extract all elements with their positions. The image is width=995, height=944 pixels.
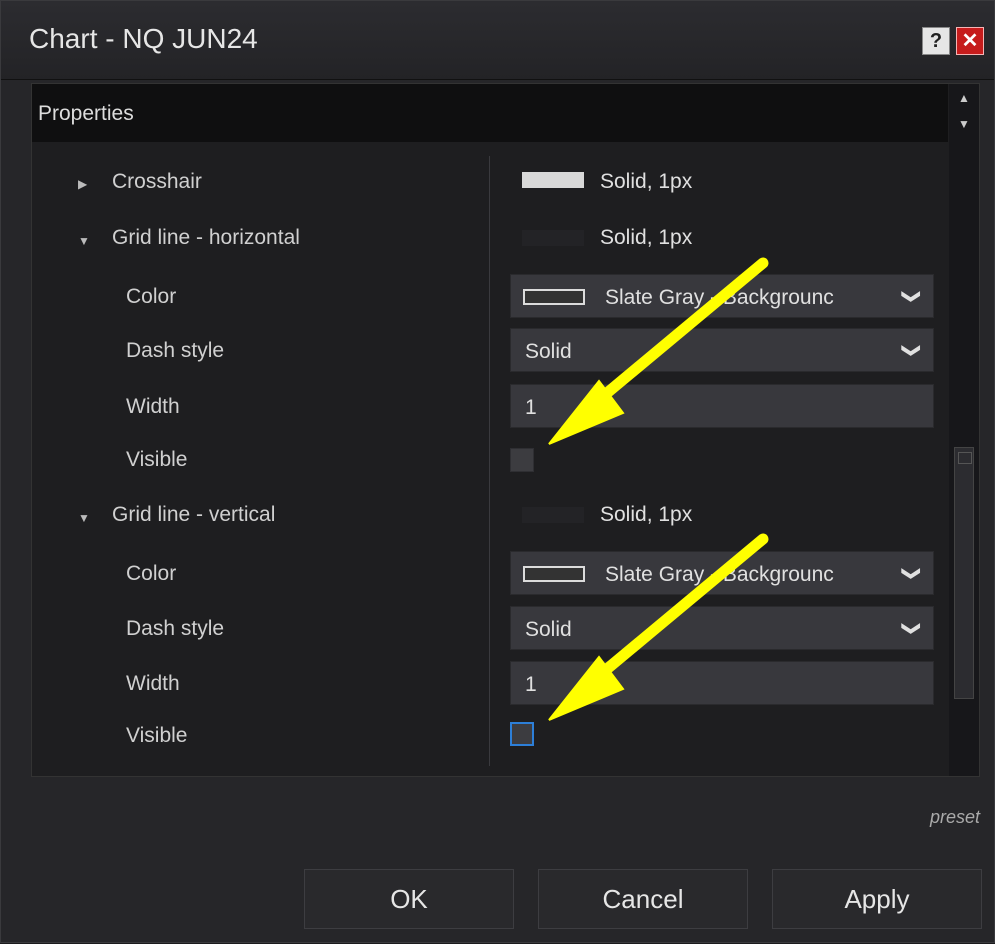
properties-header-label: Properties bbox=[38, 102, 134, 125]
scroll-down-icon[interactable]: ▼ bbox=[956, 116, 972, 132]
color-dropdown[interactable]: Slate Gray - Backgrounc ❯ bbox=[510, 551, 934, 595]
close-icon: ✕ bbox=[961, 30, 979, 52]
expanded-arrow-icon[interactable]: ▼ bbox=[78, 234, 90, 248]
dash-style-value: Solid bbox=[525, 340, 572, 363]
chevron-down-icon: ❯ bbox=[901, 620, 922, 637]
scroll-thumb[interactable] bbox=[954, 447, 974, 699]
chevron-down-icon: ❯ bbox=[901, 565, 922, 582]
chevron-down-icon: ❯ bbox=[901, 342, 922, 359]
width-input[interactable]: 1 bbox=[510, 384, 934, 428]
property-value: Solid, 1px bbox=[600, 170, 693, 193]
properties-header: Properties bbox=[32, 84, 948, 142]
property-label: Width bbox=[126, 395, 180, 418]
visible-checkbox[interactable] bbox=[510, 722, 534, 746]
help-icon: ? bbox=[929, 30, 943, 52]
dash-style-dropdown[interactable]: Solid ❯ bbox=[510, 328, 934, 372]
expanded-arrow-icon[interactable]: ▼ bbox=[78, 511, 90, 525]
color-value: Slate Gray - Backgrounc bbox=[605, 563, 834, 586]
width-value: 1 bbox=[525, 673, 537, 696]
properties-scrollbar[interactable]: ▲ ▼ bbox=[949, 84, 979, 776]
title-bar: Chart - NQ JUN24 ? ✕ bbox=[1, 1, 994, 80]
color-swatch bbox=[523, 289, 585, 305]
line-style-preview bbox=[522, 172, 584, 188]
chart-properties-dialog: Chart - NQ JUN24 ? ✕ Properties ▲ ▼ ▶ Cr… bbox=[0, 0, 995, 943]
line-style-preview bbox=[522, 507, 584, 523]
property-value: Solid, 1px bbox=[600, 226, 693, 249]
ok-button[interactable]: OK bbox=[304, 869, 514, 929]
property-label: Color bbox=[126, 285, 177, 308]
help-button[interactable]: ? bbox=[922, 27, 950, 55]
window-title: Chart - NQ JUN24 bbox=[29, 23, 258, 54]
property-label: Dash style bbox=[126, 339, 225, 362]
property-label: Visible bbox=[126, 724, 188, 747]
dash-style-value: Solid bbox=[525, 618, 572, 641]
cancel-button[interactable]: Cancel bbox=[538, 869, 748, 929]
property-label: Width bbox=[126, 672, 180, 695]
color-swatch bbox=[523, 566, 585, 582]
chevron-down-icon: ❯ bbox=[901, 288, 922, 305]
dash-style-dropdown[interactable]: Solid ❯ bbox=[510, 606, 934, 650]
property-label: Color bbox=[126, 562, 177, 585]
width-input[interactable]: 1 bbox=[510, 661, 934, 705]
close-button[interactable]: ✕ bbox=[956, 27, 984, 55]
scroll-thumb-grip bbox=[958, 452, 972, 464]
property-label: Grid line - vertical bbox=[112, 503, 276, 526]
scroll-up-icon[interactable]: ▲ bbox=[956, 90, 972, 106]
property-label: Grid line - horizontal bbox=[112, 226, 300, 249]
property-label: Visible bbox=[126, 448, 188, 471]
width-value: 1 bbox=[525, 396, 537, 419]
property-label: Crosshair bbox=[112, 170, 202, 193]
property-value: Solid, 1px bbox=[600, 503, 693, 526]
visible-checkbox[interactable] bbox=[510, 448, 534, 472]
color-dropdown[interactable]: Slate Gray - Backgrounc ❯ bbox=[510, 274, 934, 318]
collapsed-arrow-icon[interactable]: ▶ bbox=[78, 177, 87, 191]
color-value: Slate Gray - Backgrounc bbox=[605, 286, 834, 309]
preset-link[interactable]: preset bbox=[930, 807, 980, 828]
column-divider[interactable] bbox=[489, 156, 490, 766]
line-style-preview bbox=[522, 230, 584, 246]
apply-button[interactable]: Apply bbox=[772, 869, 982, 929]
properties-panel: Properties ▲ ▼ ▶ Crosshair Solid, 1px ▼ … bbox=[31, 83, 980, 777]
property-label: Dash style bbox=[126, 617, 225, 640]
